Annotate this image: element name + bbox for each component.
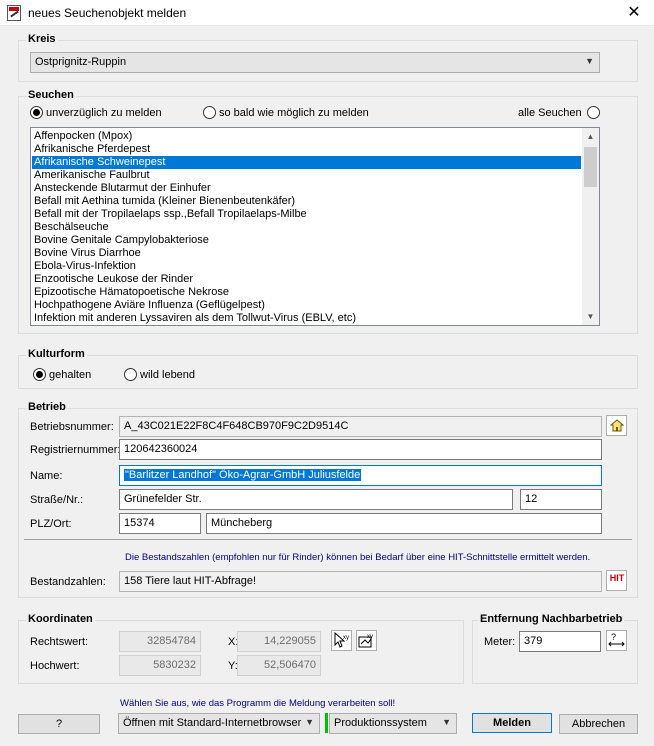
- kulturform-group: [18, 355, 638, 389]
- app-icon: [7, 5, 21, 21]
- chevron-down-icon: ▼: [305, 717, 314, 727]
- divider: [24, 539, 632, 540]
- list-item[interactable]: Ansteckende Blutarmut der Einhufer: [32, 182, 581, 195]
- ort-field[interactable]: Müncheberg: [206, 513, 602, 534]
- radio-sofort[interactable]: [30, 106, 43, 119]
- melden-button[interactable]: Melden: [472, 713, 552, 733]
- svg-text:xy: xy: [343, 635, 349, 641]
- list-item[interactable]: Bovine Virus Diarrhoe: [32, 247, 581, 260]
- list-item[interactable]: Ebola-Virus-Infektion: [32, 260, 581, 273]
- list-item[interactable]: Affenpocken (Mpox): [32, 130, 581, 143]
- scroll-thumb[interactable]: [584, 147, 597, 187]
- bestand-note: Die Bestandszahlen (empfohlen nur für Ri…: [125, 552, 591, 563]
- radio-sofort-label: unverzüglich zu melden: [46, 107, 162, 119]
- calc-distance-button[interactable]: ?: [606, 630, 627, 651]
- list-item[interactable]: Befall mit der Tropilaelaps ssp.,Befall …: [32, 208, 581, 221]
- system-select-value: Produktionssystem: [334, 717, 427, 729]
- registriernummer-label: Registriernummer:: [30, 444, 121, 456]
- plzort-label: PLZ/Ort:: [30, 518, 72, 530]
- system-indicator: [325, 713, 328, 733]
- hit-icon: HIT: [609, 573, 625, 583]
- betrieb-search-button[interactable]: [606, 415, 627, 436]
- betriebsnummer-field[interactable]: A_43C021E22F8C4F648CB970F9C2D9514C: [119, 416, 602, 437]
- open-mode-select[interactable]: Öffnen mit Standard-Internetbrowser ▼: [118, 713, 320, 734]
- strasse-field[interactable]: Grünefelder Str.: [119, 489, 513, 510]
- list-item[interactable]: Hochpathogene Aviäre Influenza (Geflügel…: [32, 299, 581, 312]
- plz-field[interactable]: 15374: [119, 513, 201, 534]
- radio-alle[interactable]: [587, 106, 600, 119]
- seuchen-group-title: Seuchen: [26, 89, 76, 101]
- window-title: neues Seuchenobjekt melden: [28, 6, 187, 20]
- kreis-select[interactable]: Ostprignitz-Ruppin ▼: [30, 52, 600, 73]
- radio-gehalten[interactable]: [33, 368, 46, 381]
- strasse-label: Straße/Nr.:: [30, 494, 84, 506]
- kulturform-group-title: Kulturform: [26, 348, 87, 360]
- bestand-label: Bestandzahlen:: [30, 576, 106, 588]
- house-icon: [610, 419, 624, 432]
- close-button[interactable]: ✕: [614, 0, 654, 26]
- rechtswert-field: 32854784: [119, 631, 201, 652]
- kreis-group-title: Kreis: [26, 33, 58, 45]
- koordinaten-group-title: Koordinaten: [26, 613, 95, 625]
- name-field[interactable]: "Barlitzer Landhof" Öko-Agrar-GmbH Juliu…: [119, 465, 602, 486]
- pick-coordinates-button[interactable]: xy: [331, 630, 352, 651]
- radio-wild[interactable]: [124, 368, 137, 381]
- chevron-down-icon: ▼: [585, 56, 594, 66]
- radio-bald[interactable]: [203, 106, 216, 119]
- name-label: Name:: [30, 470, 63, 482]
- system-select[interactable]: Produktionssystem ▼: [329, 713, 457, 734]
- meter-field[interactable]: 379: [519, 631, 601, 652]
- list-item[interactable]: Enzootische Leukose der Rinder: [32, 273, 581, 286]
- bestand-field: 158 Tiere laut HIT-Abfrage!: [119, 571, 602, 592]
- abbrechen-button[interactable]: Abbrechen: [559, 714, 638, 734]
- hochwert-field: 5830232: [119, 655, 201, 676]
- list-item[interactable]: Infektion mit anderen Lyssaviren als dem…: [32, 312, 581, 325]
- distance-icon: ?: [608, 632, 625, 647]
- cursor-icon: xy: [334, 631, 349, 648]
- scroll-down-icon[interactable]: ▼: [582, 308, 599, 325]
- open-mode-value: Öffnen mit Standard-Internetbrowser: [123, 717, 302, 729]
- hausnummer-field[interactable]: 12: [520, 489, 602, 510]
- x-field: 14,229055: [237, 631, 321, 652]
- title-bar: neues Seuchenobjekt melden ✕: [0, 0, 654, 26]
- footer-note: Wählen Sie aus, wie das Programm die Mel…: [120, 698, 396, 709]
- help-button[interactable]: ?: [18, 714, 100, 734]
- scroll-up-icon[interactable]: ▲: [582, 128, 599, 145]
- registriernummer-field[interactable]: 120642360024: [119, 439, 602, 460]
- radio-bald-label: so bald wie möglich zu melden: [219, 107, 369, 119]
- hit-button[interactable]: HIT: [606, 570, 627, 591]
- y-field: 52,506470: [237, 655, 321, 676]
- map-icon: xy: [358, 634, 373, 648]
- svg-text:?: ?: [611, 632, 616, 642]
- name-field-value: "Barlitzer Landhof" Öko-Agrar-GmbH Juliu…: [124, 469, 362, 481]
- kreis-select-value: Ostprignitz-Ruppin: [35, 56, 127, 68]
- rechtswert-label: Rechtswert:: [30, 636, 89, 648]
- list-item[interactable]: Afrikanische Schweinepest: [32, 156, 581, 169]
- list-item[interactable]: Epizootische Hämatopoetische Nekrose: [32, 286, 581, 299]
- svg-text:xy: xy: [367, 634, 373, 640]
- radio-gehalten-label: gehalten: [49, 369, 92, 381]
- hochwert-label: Hochwert:: [30, 660, 80, 672]
- list-item[interactable]: Bovine Genitale Campylobakteriose: [32, 234, 581, 247]
- list-item[interactable]: Afrikanische Pferdepest: [32, 143, 581, 156]
- entfernung-group-title: Entfernung Nachbarbetrieb: [478, 613, 625, 625]
- meter-label: Meter:: [484, 636, 516, 648]
- seuchen-list[interactable]: Affenpocken (Mpox) Afrikanische Pferdepe…: [30, 127, 600, 326]
- list-item[interactable]: Beschälseuche: [32, 221, 581, 234]
- radio-alle-label: alle Seuchen: [518, 107, 582, 119]
- radio-wild-label: wild lebend: [140, 369, 196, 381]
- list-item[interactable]: Befall mit Aethina tumida (Kleiner Biene…: [32, 195, 581, 208]
- list-scrollbar[interactable]: ▲ ▼: [582, 128, 599, 325]
- map-coordinates-button[interactable]: xy: [356, 630, 377, 651]
- betrieb-group-title: Betrieb: [26, 401, 68, 413]
- betriebsnummer-label: Betriebsnummer:: [30, 421, 114, 433]
- list-item[interactable]: Amerikanische Faulbrut: [32, 169, 581, 182]
- chevron-down-icon: ▼: [442, 717, 451, 727]
